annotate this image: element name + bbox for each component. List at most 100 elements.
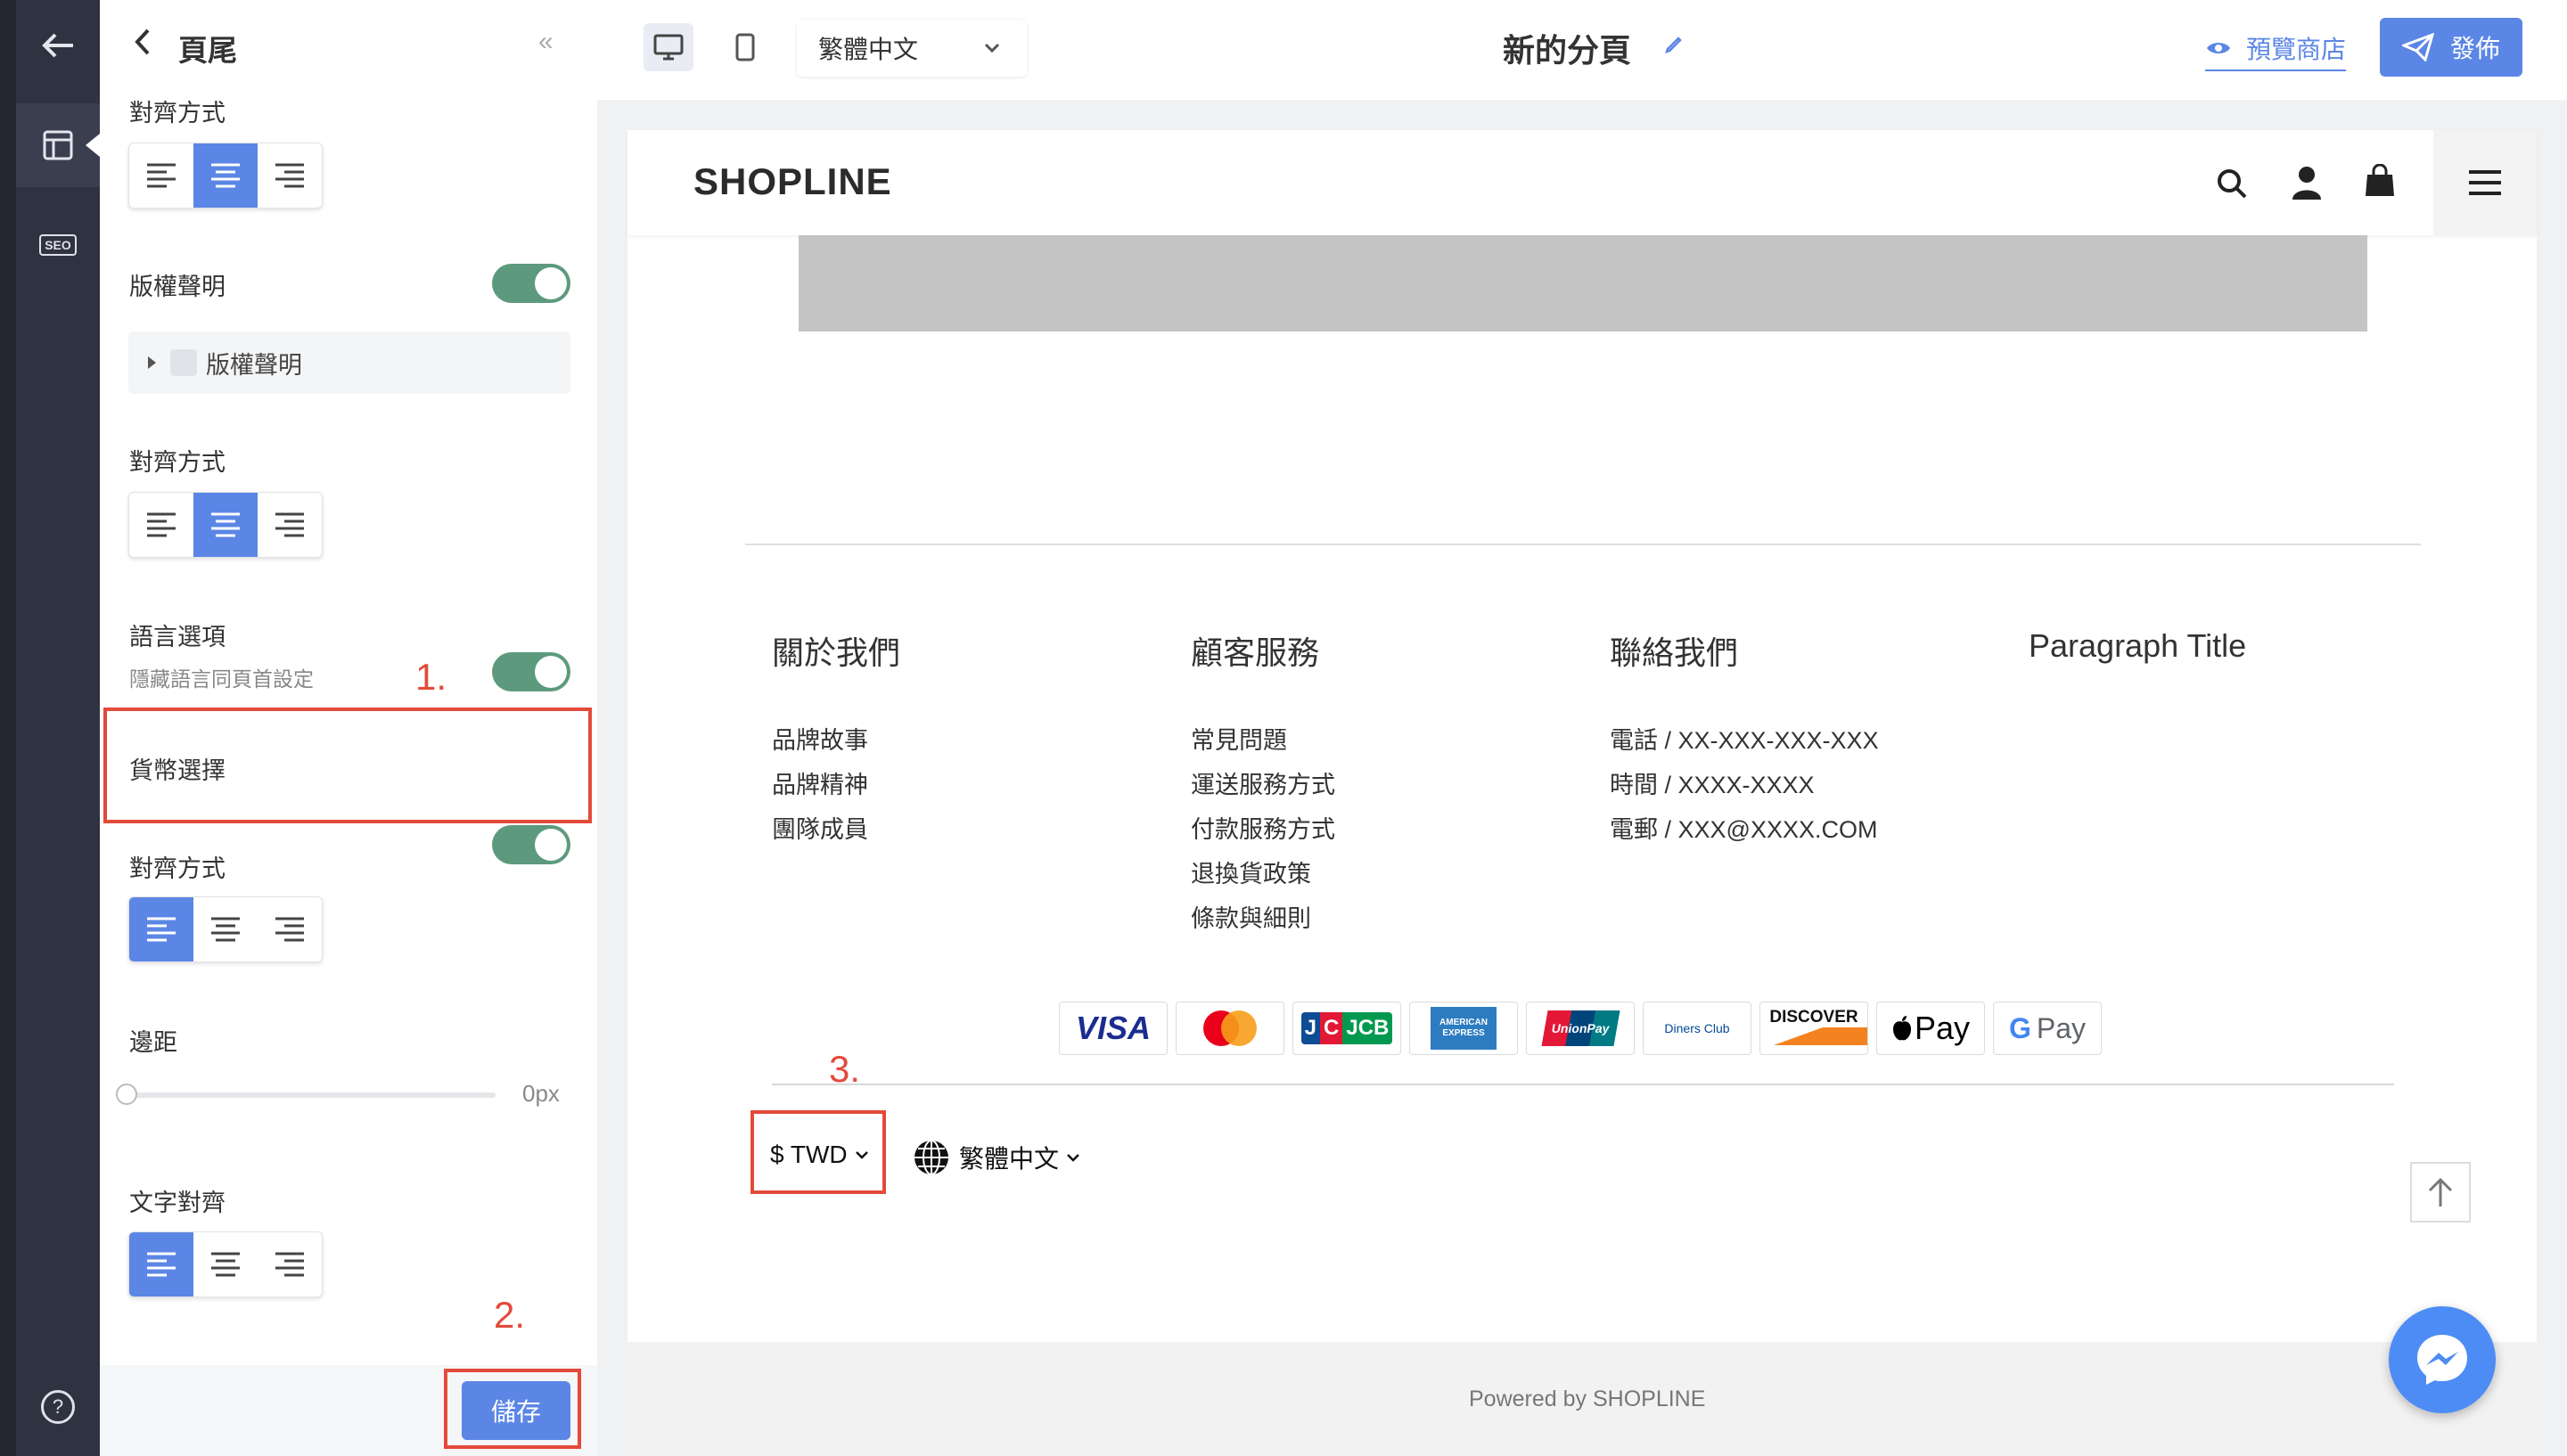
store-account-button[interactable]: [2291, 166, 2323, 204]
messenger-chat-button[interactable]: [2389, 1306, 2496, 1413]
align-right-button[interactable]: [258, 897, 322, 961]
collapse-panel-button[interactable]: «: [538, 27, 554, 57]
store-language-selector[interactable]: 繁體中文: [913, 1139, 1080, 1176]
panel-title: 頁尾: [178, 34, 237, 67]
store-cart-button[interactable]: [2364, 163, 2396, 202]
align-group-2: [128, 492, 323, 558]
currency-selector[interactable]: $ TWD: [770, 1141, 869, 1169]
paper-plane-icon: [2401, 33, 2434, 61]
align-left-button[interactable]: [129, 897, 193, 961]
align-left-button[interactable]: [129, 143, 193, 208]
footer-link[interactable]: 團隊成員: [772, 807, 900, 852]
shopping-bag-icon: [2366, 163, 2394, 196]
text-align-group: [128, 1231, 323, 1297]
align-right-icon: [275, 163, 304, 188]
caret-right-icon: [148, 356, 156, 369]
footer-link[interactable]: 退換貨政策: [1191, 852, 1335, 896]
publish-button[interactable]: 發佈: [2380, 18, 2522, 77]
diners-club-logo: Diners Club: [1643, 1002, 1751, 1055]
panel-back-button[interactable]: [134, 27, 152, 61]
help-icon: ?: [41, 1390, 75, 1424]
publish-label: 發佈: [2449, 35, 2500, 62]
align-center-icon: [211, 1252, 240, 1277]
image-placeholder: [799, 235, 2367, 331]
align-left-icon: [147, 917, 176, 942]
footer-column-paragraph: Paragraph Title: [2029, 627, 2246, 665]
pencil-icon: [1665, 37, 1682, 53]
desktop-view-button[interactable]: [644, 23, 693, 71]
footer-link[interactable]: 品牌故事: [772, 718, 900, 763]
align-right-button[interactable]: [258, 143, 322, 208]
align-center-button[interactable]: [193, 897, 258, 961]
mobile-view-button[interactable]: [720, 23, 770, 71]
footer-link[interactable]: 常見問題: [1191, 718, 1335, 763]
footer-divider: [745, 544, 2421, 545]
text-align-right-button[interactable]: [258, 1232, 322, 1296]
chevron-down-icon: [984, 43, 1000, 53]
footer-link: 電話 / XX-XXX-XXX-XXX: [1610, 727, 1879, 754]
layout-icon: [43, 130, 73, 160]
align-center-button[interactable]: [193, 143, 258, 208]
payment-logos: VISA J C JCB AMERICAN EXPRESS UnionPay D…: [1059, 1002, 2102, 1055]
language-select-value: 繁體中文: [818, 36, 919, 63]
align-left-icon: [147, 512, 176, 537]
text-align-center-button[interactable]: [193, 1232, 258, 1296]
visa-logo: VISA: [1059, 1002, 1168, 1055]
footer-link[interactable]: 條款與細則: [1191, 896, 1335, 941]
payment-divider: [772, 1084, 2394, 1085]
store-menu-button[interactable]: [2433, 130, 2537, 235]
align-center-icon: [211, 917, 240, 942]
align-label-2: 對齊方式: [129, 449, 226, 476]
messenger-icon: [2417, 1335, 2467, 1385]
help-button[interactable]: ?: [16, 1365, 100, 1449]
footer-column-contact: 聯絡我們 電話 / XX-XXX-XXX-XXX 時間 / XXXX-XXXX …: [1610, 627, 1879, 852]
margin-label: 邊距: [129, 1029, 177, 1056]
align-label-1: 對齊方式: [129, 100, 226, 127]
eye-icon: [2207, 43, 2230, 53]
copyright-label: 版權聲明: [129, 274, 226, 300]
currency-toggle[interactable]: [492, 825, 570, 864]
currency-label: 貨幣選擇: [129, 757, 226, 784]
annotation-2: 2.: [494, 1294, 526, 1336]
footer-column-title: Paragraph Title: [2029, 627, 2247, 664]
align-right-icon: [275, 917, 304, 942]
align-left-icon: [147, 1252, 176, 1277]
margin-slider-handle[interactable]: [116, 1084, 137, 1105]
desktop-icon: [653, 34, 684, 61]
text-align-label: 文字對齊: [129, 1190, 226, 1216]
footer-link[interactable]: 付款服務方式: [1191, 807, 1335, 852]
footer-link: 時間 / XXXX-XXXX: [1610, 772, 1815, 798]
back-button[interactable]: [16, 4, 100, 87]
globe-icon: [914, 1140, 948, 1175]
margin-value: 0px: [522, 1080, 560, 1107]
align-left-button[interactable]: [129, 493, 193, 557]
footer-link[interactable]: 運送服務方式: [1191, 763, 1335, 807]
discover-logo: DISCOVER: [1759, 1002, 1868, 1055]
language-toggle[interactable]: [492, 652, 570, 691]
page-title: 新的分頁: [1503, 32, 1632, 69]
align-right-button[interactable]: [258, 493, 322, 557]
edit-title-button[interactable]: [1663, 34, 1685, 60]
copyright-tree-item[interactable]: 版權聲明: [128, 331, 570, 394]
footer-column-title: 關於我們: [772, 634, 901, 671]
layout-nav-button[interactable]: [16, 103, 100, 187]
align-label-3: 對齊方式: [129, 855, 226, 882]
align-right-icon: [275, 1252, 304, 1277]
copyright-toggle[interactable]: [492, 264, 570, 303]
preview-store-link[interactable]: 預覽商店: [2205, 30, 2347, 71]
back-to-top-button[interactable]: [2410, 1162, 2471, 1223]
footer-column-service: 顧客服務 常見問題 運送服務方式 付款服務方式 退換貨政策 條款與細則: [1191, 627, 1335, 941]
footer-link[interactable]: 品牌精神: [772, 763, 900, 807]
store-search-button[interactable]: [2216, 168, 2248, 204]
seo-nav-button[interactable]: SEO: [16, 203, 100, 287]
align-center-button[interactable]: [193, 493, 258, 557]
store-language-value: 繁體中文: [959, 1145, 1060, 1173]
margin-slider-track[interactable]: [128, 1092, 496, 1098]
language-select[interactable]: 繁體中文: [797, 20, 1027, 77]
apple-pay-logo: Pay: [1876, 1002, 1985, 1055]
rail-edge: [0, 0, 16, 1456]
unionpay-logo: UnionPay: [1526, 1002, 1635, 1055]
text-align-left-button[interactable]: [129, 1232, 193, 1296]
save-button[interactable]: 儲存: [462, 1381, 570, 1440]
align-group-3: [128, 896, 323, 962]
